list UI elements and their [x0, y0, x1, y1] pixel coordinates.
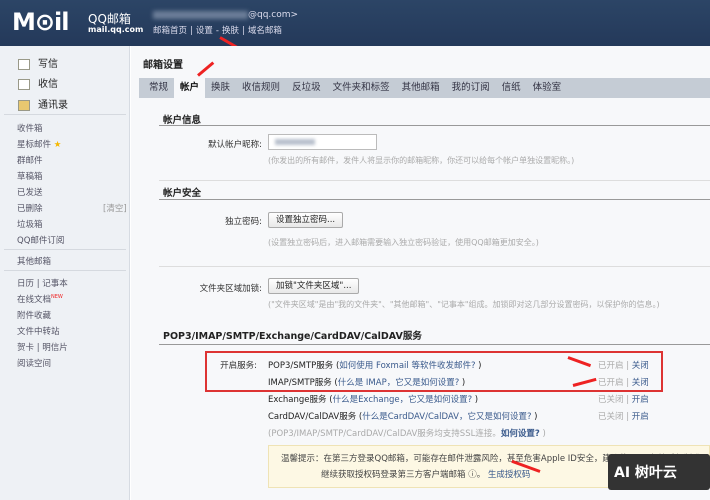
password-label: 独立密码: [225, 217, 262, 227]
clear-trash-link[interactable]: [清空] [103, 202, 127, 214]
tab-account[interactable]: 帐户 [174, 78, 206, 98]
tool-attachments[interactable]: 附件收藏 [17, 309, 51, 321]
nav-settings[interactable]: 设置 [196, 26, 213, 36]
section-services: POP3/IMAP/SMTP/Exchange/CardDAV/CalDAV服务 [163, 331, 422, 342]
address-book-icon [18, 99, 30, 111]
divider [159, 266, 710, 267]
nav-domain-mail[interactable]: 域名邮箱 [248, 26, 282, 36]
tab-folders[interactable]: 文件夹和标签 [327, 78, 396, 98]
divider [159, 199, 710, 200]
watermark-logo: AI 树叶云 [608, 454, 710, 490]
tab-subscriptions[interactable]: 我的订阅 [446, 78, 496, 98]
carddav-help-link[interactable]: 什么是CardDAV/CalDAV，它又是如何设置? [362, 412, 531, 422]
services-label: 开启服务: [220, 361, 257, 371]
carddav-status: 已关闭 | 开启 [598, 412, 649, 422]
folder-lock-hint: ("文件夹区域"是由"我的文件夹"、"其他邮箱"、"记事本"组成。加锁即对这几部… [268, 300, 660, 309]
carddav-toggle[interactable]: 开启 [632, 412, 649, 422]
folder-spam[interactable]: 垃圾箱 [17, 218, 43, 230]
ssl-note: (POP3/IMAP/SMTP/CardDAV/CalDAV服务均支持SSL连接… [268, 429, 546, 439]
divider [4, 270, 126, 271]
receive-button[interactable]: 收信 [18, 75, 58, 90]
tab-lab[interactable]: 体验室 [527, 78, 568, 98]
folder-lock-label: 文件夹区域加锁: [199, 284, 262, 294]
mail-logo[interactable]: M⊙il [12, 8, 69, 36]
nickname-hint: (你发出的所有邮件，发件人将显示你的邮箱昵称，你还可以给每个帐户单独设置昵称。) [268, 156, 575, 165]
pop3-toggle[interactable]: 关闭 [632, 361, 649, 371]
page-title: 邮箱设置 [143, 60, 183, 71]
section-security: 帐户安全 [163, 188, 202, 199]
service-row-exchange: Exchange服务 (什么是Exchange，它又是如何设置? ) [268, 395, 479, 405]
folder-inbox[interactable]: 收件箱 [17, 122, 43, 134]
tab-stationery[interactable]: 信纸 [496, 78, 527, 98]
folder-sent[interactable]: 已发送 [17, 186, 43, 198]
tip-line-2: 继续获取授权码登录第三方客户端邮箱 ⓘ。 [321, 470, 486, 480]
ssl-help-link[interactable]: 如何设置? [501, 429, 540, 439]
set-password-button[interactable]: 设置独立密码... [268, 212, 344, 228]
pop3-status: 已开启 | 关闭 [598, 361, 649, 371]
folder-drafts[interactable]: 草稿箱 [17, 170, 43, 182]
divider [4, 114, 126, 115]
tool-calendar-notes[interactable]: 日历 | 记事本 [17, 277, 68, 289]
divider [4, 249, 126, 250]
star-icon: ★ [53, 140, 62, 150]
envelope-icon [18, 78, 30, 90]
user-email: @qq.com> [153, 10, 298, 20]
lock-folders-button[interactable]: 加锁"文件夹区域"... [268, 278, 360, 294]
section-account-info: 帐户信息 [163, 115, 202, 126]
tab-skin[interactable]: 换肤 [205, 78, 236, 98]
divider [159, 125, 710, 126]
folder-deleted[interactable]: 已删除 [17, 202, 43, 214]
imap-status: 已开启 | 关闭 [598, 378, 649, 388]
nav-skin[interactable]: 换肤 [222, 26, 239, 36]
service-row-carddav: CardDAV/CalDAV服务 (什么是CardDAV/CalDAV，它又是如… [268, 412, 538, 422]
pencil-icon [18, 58, 30, 70]
service-row-imap: IMAP/SMTP服务 (什么是 IMAP，它又是如何设置? ) [268, 378, 466, 388]
nav-home[interactable]: 邮箱首页 [153, 26, 187, 36]
pop3-help-link[interactable]: 如何使用 Foxmail 等软件收发邮件? [339, 361, 475, 371]
folder-starred[interactable]: 星标邮件 ★ [17, 138, 61, 150]
folder-group[interactable]: 群邮件 [17, 154, 43, 166]
divider [159, 180, 710, 181]
other-mailboxes[interactable]: 其他邮箱 [17, 255, 51, 267]
settings-tabs: 常规 帐户 换肤 收信规则 反垃圾 文件夹和标签 其他邮箱 我的订阅 信纸 体验… [139, 78, 710, 98]
imap-toggle[interactable]: 关闭 [632, 378, 649, 388]
folder-subscriptions[interactable]: QQ邮件订阅 [17, 234, 64, 246]
top-nav: 邮箱首页 | 设置 - 换肤 | 域名邮箱 [153, 26, 282, 36]
brand-domain: mail.qq.com [88, 25, 144, 34]
tool-reading[interactable]: 阅读空间 [17, 357, 51, 369]
new-badge: NEW [51, 294, 63, 301]
tab-general[interactable]: 常规 [143, 78, 174, 98]
tab-antispam[interactable]: 反垃圾 [286, 78, 327, 98]
tab-other-mail[interactable]: 其他邮箱 [396, 78, 446, 98]
tool-online-docs[interactable]: 在线文档NEW [17, 293, 63, 305]
password-hint: (设置独立密码后，进入邮箱需要输入独立密码验证，使用QQ邮箱更加安全。) [268, 238, 539, 247]
nickname-label: 默认帐户昵称: [208, 140, 262, 150]
imap-help-link[interactable]: 什么是 IMAP，它又是如何设置? [338, 378, 460, 388]
tab-rules[interactable]: 收信规则 [236, 78, 286, 98]
tool-cards[interactable]: 贺卡 | 明信片 [17, 341, 68, 353]
nickname-input[interactable] [268, 134, 377, 150]
exchange-status: 已关闭 | 开启 [598, 395, 649, 405]
generate-auth-code-link[interactable]: 生成授权码 [488, 470, 531, 480]
exchange-help-link[interactable]: 什么是Exchange，它又是如何设置? [333, 395, 473, 405]
tool-file-transfer[interactable]: 文件中转站 [17, 325, 60, 337]
service-row-pop3: POP3/SMTP服务 (如何使用 Foxmail 等软件收发邮件? ) [268, 361, 482, 371]
contacts-button[interactable]: 通讯录 [18, 96, 68, 111]
exchange-toggle[interactable]: 开启 [632, 395, 649, 405]
divider [159, 344, 710, 345]
compose-button[interactable]: 写信 [18, 55, 58, 70]
